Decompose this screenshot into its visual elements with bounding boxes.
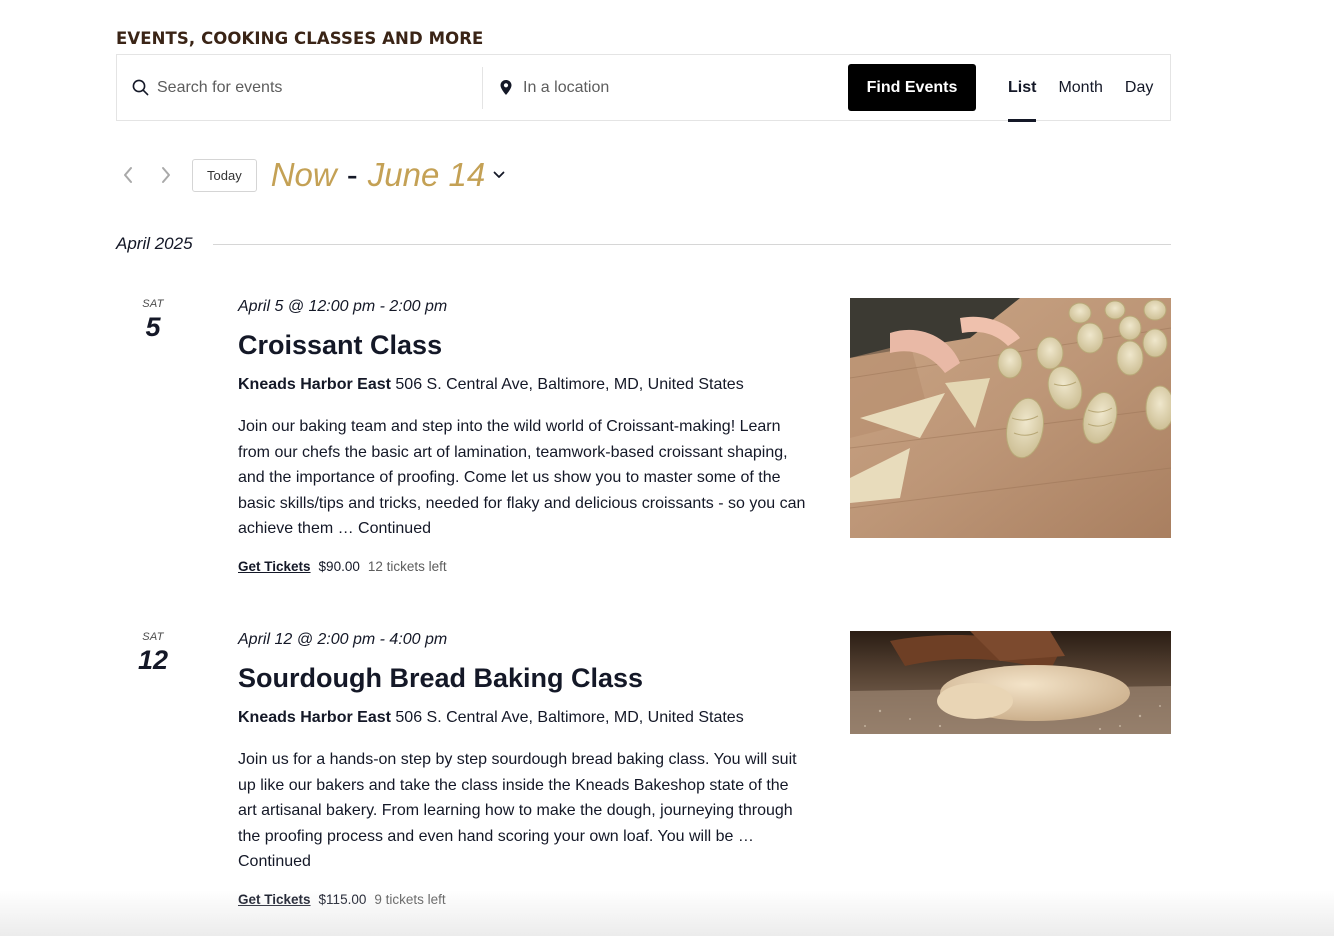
events-search-bar: Find Events List Month Day xyxy=(116,54,1171,122)
date-range-picker[interactable]: Now - June 14 xyxy=(271,156,505,194)
tab-list[interactable]: List xyxy=(1008,55,1037,122)
venue-address: 506 S. Central Ave, Baltimore, MD, Unite… xyxy=(395,709,744,726)
event-datetime: April 12 @ 2:00 pm - 4:00 pm xyxy=(238,631,448,648)
search-icon xyxy=(131,79,149,97)
event-description: Join our baking team and step into the w… xyxy=(238,418,806,538)
venue-name: Kneads Harbor East xyxy=(238,709,391,726)
event-row: SAT 5 April 5 @ 12:00 pm - 2:00 pm Crois… xyxy=(116,298,1171,588)
event-cost: Get Tickets $115.00 9 tickets left xyxy=(238,892,808,907)
event-description: Join us for a hands-on step by step sour… xyxy=(238,751,797,871)
event-date-tag: SAT 5 xyxy=(116,298,190,343)
find-events-button[interactable]: Find Events xyxy=(848,64,976,111)
event-venue: Kneads Harbor East 506 S. Central Ave, B… xyxy=(238,376,808,394)
tab-day[interactable]: Day xyxy=(1125,55,1153,120)
map-pin-icon xyxy=(497,79,515,97)
tickets-left: 9 tickets left xyxy=(374,891,446,907)
date-navigation: Today Now - June 14 xyxy=(116,156,505,194)
event-venue: Kneads Harbor East 506 S. Central Ave, B… xyxy=(238,709,808,727)
location-search xyxy=(497,55,837,120)
dough-photo[interactable] xyxy=(850,631,1171,734)
event-day-of-week: SAT xyxy=(142,298,164,310)
event-details: April 12 @ 2:00 pm - 4:00 pm Sourdough B… xyxy=(238,631,808,907)
month-divider-line xyxy=(212,243,1171,245)
event-title-link[interactable]: Sourdough Bread Baking Class xyxy=(238,663,808,694)
today-button[interactable]: Today xyxy=(192,158,257,192)
croissant-photo[interactable] xyxy=(850,298,1171,538)
tickets-left: 12 tickets left xyxy=(367,558,447,574)
event-row: SAT 12 April 12 @ 2:00 pm - 4:00 pm Sour… xyxy=(116,631,1171,921)
range-separator: - xyxy=(346,156,358,193)
chevron-right-icon[interactable] xyxy=(154,163,178,187)
event-day-of-week: SAT xyxy=(142,631,164,643)
location-input[interactable] xyxy=(523,78,823,97)
event-date-tag: SAT 12 xyxy=(116,631,190,676)
event-price: $115.00 xyxy=(318,891,367,907)
event-cost: Get Tickets $90.00 12 tickets left xyxy=(238,559,808,574)
venue-address: 506 S. Central Ave, Baltimore, MD, Unite… xyxy=(395,376,744,393)
chevron-left-icon[interactable] xyxy=(116,163,140,187)
month-label: April 2025 xyxy=(116,234,193,253)
page-title: EVENTS, COOKING CLASSES AND MORE xyxy=(116,29,484,48)
event-title-link[interactable]: Croissant Class xyxy=(238,330,808,361)
range-start: Now xyxy=(270,156,337,193)
event-datetime: April 5 @ 12:00 pm - 2:00 pm xyxy=(238,298,448,315)
event-day-number: 5 xyxy=(145,312,161,342)
range-end: June 14 xyxy=(367,156,486,193)
search-input[interactable] xyxy=(157,78,457,97)
month-separator: April 2025 xyxy=(116,232,1171,256)
tab-month[interactable]: Month xyxy=(1058,55,1102,120)
view-selector: List Month Day xyxy=(997,55,1164,122)
event-day-number: 12 xyxy=(137,645,169,675)
get-tickets-link[interactable]: Get Tickets xyxy=(238,892,311,907)
event-details: April 5 @ 12:00 pm - 2:00 pm Croissant C… xyxy=(238,298,808,574)
get-tickets-link[interactable]: Get Tickets xyxy=(238,559,311,574)
event-price: $90.00 xyxy=(318,558,360,574)
chevron-down-icon xyxy=(493,171,505,179)
keyword-search xyxy=(131,55,483,120)
search-divider xyxy=(482,67,483,109)
venue-name: Kneads Harbor East xyxy=(238,376,391,393)
